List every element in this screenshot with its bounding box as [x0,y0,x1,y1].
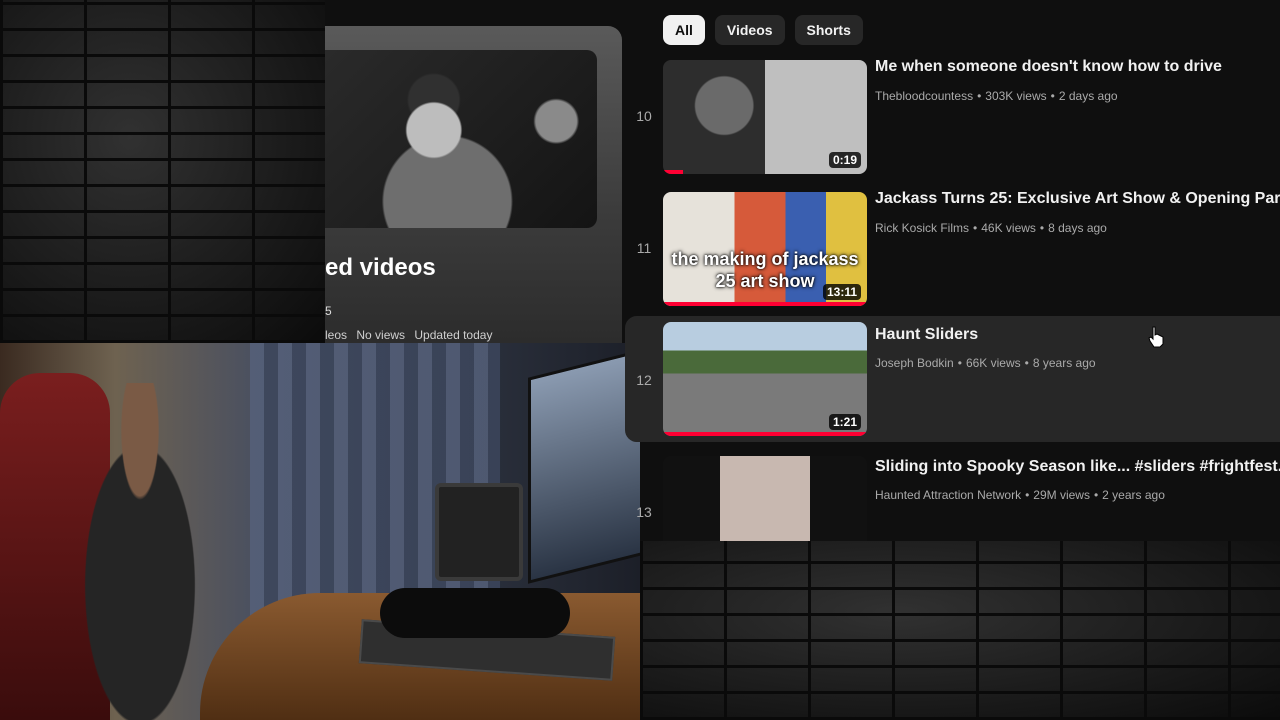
watch-progress-bar [663,170,684,174]
chip-all[interactable]: All [663,15,705,45]
channel-name[interactable]: Rick Kosick Films [875,221,969,235]
video-index: 12 [636,372,652,388]
upload-age: 8 years ago [1032,356,1096,370]
video-thumbnail[interactable]: 0:19 [663,60,867,174]
upload-age: 2 days ago [1058,89,1118,103]
filter-chips: All Videos Shorts [663,15,863,45]
video-title[interactable]: Sliding into Spooky Season like... #slid… [875,458,1280,476]
playlist-video-count-label: leos [325,328,348,342]
playlist-video-row[interactable]: 12 1:21 Haunt Sliders Joseph Bodkin • 66K … [625,316,1280,442]
playlist-title: ed videos [325,254,436,281]
playlist-views: No views [356,328,406,342]
video-meta: Thebloodcountess • 303K views • 2 days ago [875,89,1118,103]
video-duration: 0:19 [828,152,861,168]
playlist-updated: Updated today [414,328,493,342]
video-meta: Joseph Bodkin • 66K views • 8 years ago [875,356,1096,370]
playlist-video-row[interactable]: 10 0:19 Me when someone doesn't know how… [625,58,1280,178]
streamer [60,383,220,720]
video-meta: Rick Kosick Films • 46K views • 8 days ago [875,221,1107,235]
view-count: 66K views [965,356,1021,370]
video-thumbnail[interactable]: the making of jackass 25 art show 13:11 [663,192,867,306]
video-thumbnail[interactable] [663,456,867,541]
playlist-video-row[interactable]: 11 the making of jackass 25 art show 13:… [625,190,1280,310]
watch-progress-bar [663,302,867,306]
channel-name[interactable]: Joseph Bodkin [875,356,954,370]
hand-cursor-icon [1148,326,1164,348]
playlist-thumbnail[interactable] [325,50,597,228]
playlist-header: ed videos 5 leos No views Updated today [325,26,622,343]
channel-name[interactable]: Thebloodcountess [875,89,973,103]
video-index: 13 [636,504,652,520]
video-index: 10 [636,108,652,124]
chip-shorts[interactable]: Shorts [794,15,863,45]
view-count: 29M views [1033,488,1090,502]
video-meta: Haunted Attraction Network • 29M views • 2 y… [875,488,1165,502]
playlist-meta: leos No views Updated today [325,328,498,342]
video-thumbnail[interactable]: 1:21 [663,322,867,436]
video-duration: 1:21 [828,414,861,430]
video-duration: 13:11 [822,284,861,300]
watch-progress-bar [663,432,867,436]
video-title[interactable]: Jackass Turns 25: Exclusive Art Show & O… [875,190,1280,208]
webcam-overlay [0,343,640,720]
crt-tv [435,483,523,581]
brick-wall-background [640,541,1280,720]
brick-wall-background [0,0,325,343]
upload-age: 2 years ago [1102,488,1165,502]
video-title[interactable]: Me when someone doesn't know how to driv… [875,58,1280,76]
chip-videos[interactable]: Videos [714,15,785,45]
playlist-video-count: 5 [325,304,332,318]
video-title[interactable]: Haunt Sliders [875,326,1280,344]
video-index: 11 [636,240,652,256]
upload-age: 8 days ago [1048,221,1107,235]
channel-name[interactable]: Haunted Attraction Network [875,488,1021,502]
game-controller [380,588,570,638]
view-count: 46K views [981,221,1036,235]
monitor [528,348,640,584]
playlist-video-row[interactable]: 13 Sliding into Spooky Season like... #s… [625,454,1280,541]
view-count: 303K views [985,89,1047,103]
